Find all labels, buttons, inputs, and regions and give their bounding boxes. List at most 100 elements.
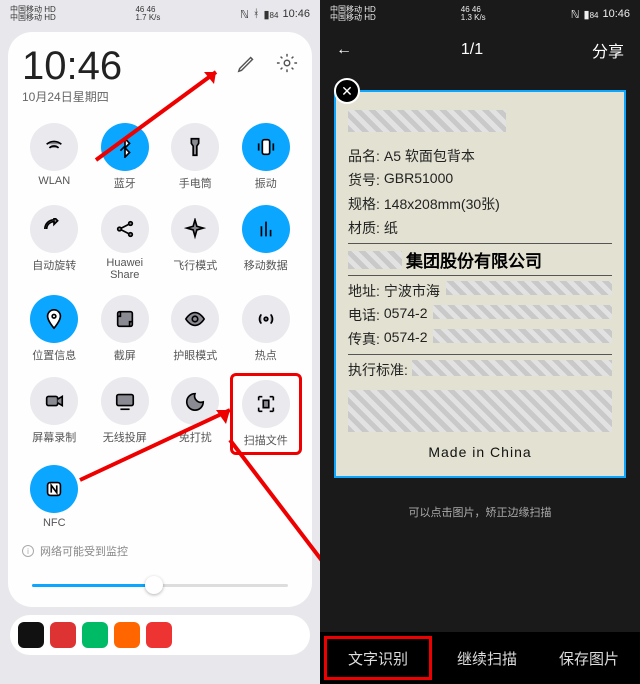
scanner-preview-screen: 中国移动 HD 中国移动 HD 46 461.3 K/s ℕ ▮84 10:46… [320, 0, 640, 684]
edge-hint: 可以点击图片，矫正边缘扫描 [320, 504, 640, 520]
doc-row: 规格:148x208mm(30张) [348, 192, 612, 216]
doc-key: 执行标准: [348, 360, 408, 380]
toggle-label: 振动 [255, 175, 277, 191]
dnd-icon [171, 377, 219, 425]
nfc-icon: ℕ [571, 8, 580, 21]
toggle-rotate[interactable]: 自动旋转 [22, 205, 87, 281]
share-button[interactable]: 分享 [592, 38, 624, 62]
status-time: 10:46 [602, 8, 630, 20]
cast-icon [101, 377, 149, 425]
bottom-action-bar: 文字识别继续扫描保存图片 [320, 632, 640, 684]
scanned-document[interactable]: ✕ 品名:A5 软面包背本货号:GBR51000规格:148x208mm(30张… [334, 90, 626, 478]
data-icon [242, 205, 290, 253]
toggle-flashlight[interactable]: 手电筒 [163, 123, 228, 191]
record-icon [30, 377, 78, 425]
toggle-label: 手电筒 [179, 175, 212, 191]
dock-app[interactable] [18, 622, 44, 648]
doc-val: 0574-2 [384, 305, 428, 325]
wifi-icon [30, 123, 78, 171]
action-continue-button[interactable]: 继续扫描 [436, 632, 538, 684]
page-counter: 1/1 [461, 41, 483, 59]
redacted-block [433, 329, 612, 343]
toggle-data[interactable]: 移动数据 [234, 205, 299, 281]
doc-val: 宁波市海 [384, 281, 440, 301]
action-save-button[interactable]: 保存图片 [538, 632, 640, 684]
dock-app[interactable] [82, 622, 108, 648]
toggle-location[interactable]: 位置信息 [22, 295, 87, 363]
doc-row: 电话:0574-2 [348, 303, 612, 327]
redacted-block [348, 110, 506, 132]
carrier: 中国移动 HD [330, 14, 376, 22]
redacted-block [348, 390, 612, 432]
battery-icon: ▮84 [263, 8, 278, 21]
notification-panel: 10:46 10月24日星期四 WLAN 蓝牙手电筒 振动自动旋转Huawei Sh… [8, 32, 312, 607]
settings-icon[interactable] [276, 52, 298, 79]
toggle-screenshot[interactable]: 截屏 [93, 295, 158, 363]
dock-app[interactable] [114, 622, 140, 648]
doc-val: 纸 [384, 218, 398, 238]
toggle-scan[interactable]: 扫描文件 [230, 373, 303, 455]
nfc-icon: ℕ [240, 8, 249, 21]
doc-val: 0574-2 [384, 329, 428, 349]
toggle-label: 无线投屏 [103, 429, 147, 445]
toggle-label: WLAN [38, 175, 70, 187]
carrier: 中国移动 HD [10, 14, 56, 22]
doc-key: 材质: [348, 218, 380, 238]
dock-app[interactable] [146, 622, 172, 648]
doc-row: 品名:A5 软面包背本 [348, 144, 612, 168]
toggle-hotspot[interactable]: 热点 [234, 295, 299, 363]
doc-key: 规格: [348, 194, 380, 214]
brightness-slider[interactable] [22, 573, 298, 597]
recent-apps-dock [10, 615, 310, 655]
nfc-icon [30, 465, 78, 513]
back-button[interactable]: ← [336, 41, 352, 59]
status-time: 10:46 [282, 8, 310, 20]
airplane-icon [171, 205, 219, 253]
made-in-label: Made in China [348, 444, 612, 460]
statusbar: 中国移动 HD 中国移动 HD 46 461.3 K/s ℕ ▮84 10:46 [320, 0, 640, 28]
doc-key: 品名: [348, 146, 380, 166]
toggle-vibrate[interactable]: 振动 [234, 123, 299, 191]
panel-clock: 10:46 [22, 46, 122, 86]
doc-row: 地址:宁波市海 [348, 279, 612, 303]
quick-toggle-grid: WLAN 蓝牙手电筒 振动自动旋转Huawei Share 飞行模式 移动数据位置信息 截… [22, 123, 298, 529]
info-icon: i [22, 545, 34, 557]
flashlight-icon [171, 123, 219, 171]
toggle-label: 扫描文件 [244, 432, 288, 448]
action-ocr-button[interactable]: 文字识别 [324, 636, 432, 680]
toggle-dnd[interactable]: 免打扰 [163, 377, 228, 451]
monitor-warning: i 网络可能受到监控 [22, 543, 298, 559]
toggle-label: 截屏 [114, 347, 136, 363]
toggle-label: 位置信息 [32, 347, 76, 363]
doc-key: 地址: [348, 281, 380, 301]
doc-val: A5 软面包背本 [384, 146, 475, 166]
doc-key: 电话: [348, 305, 380, 325]
redacted-block [433, 305, 612, 319]
statusbar: 中国移动 HD 中国移动 HD 46 461.7 K/s ℕ ᚼ ▮84 10:… [0, 0, 320, 28]
redacted-block [446, 281, 612, 295]
panel-date: 10月24日星期四 [22, 88, 122, 105]
toggle-nfc[interactable]: NFC [22, 465, 87, 529]
doc-key: 货号: [348, 170, 380, 190]
doc-row: 传真:0574-2 [348, 327, 612, 351]
toggle-bluetooth[interactable]: 蓝牙 [93, 123, 158, 191]
toggle-record[interactable]: 屏幕录制 [22, 377, 87, 451]
toggle-airplane[interactable]: 飞行模式 [163, 205, 228, 281]
bluetooth-icon [101, 123, 149, 171]
toggle-wifi[interactable]: WLAN [22, 123, 87, 191]
doc-row: 货号:GBR51000 [348, 168, 612, 192]
doc-val: 148x208mm(30张) [384, 194, 500, 214]
toggle-label: 护眼模式 [173, 347, 217, 363]
warning-text: 网络可能受到监控 [40, 543, 128, 559]
toggle-eye[interactable]: 护眼模式 [163, 295, 228, 363]
close-icon[interactable]: ✕ [334, 78, 360, 104]
doc-key: 传真: [348, 329, 380, 349]
dock-app[interactable] [50, 622, 76, 648]
rotate-icon [30, 205, 78, 253]
doc-val: GBR51000 [384, 170, 453, 190]
location-icon [30, 295, 78, 343]
edit-icon[interactable] [236, 52, 258, 79]
toggle-share[interactable]: Huawei Share [93, 205, 158, 281]
toggle-label: 飞行模式 [173, 257, 217, 273]
toggle-cast[interactable]: 无线投屏 [93, 377, 158, 451]
